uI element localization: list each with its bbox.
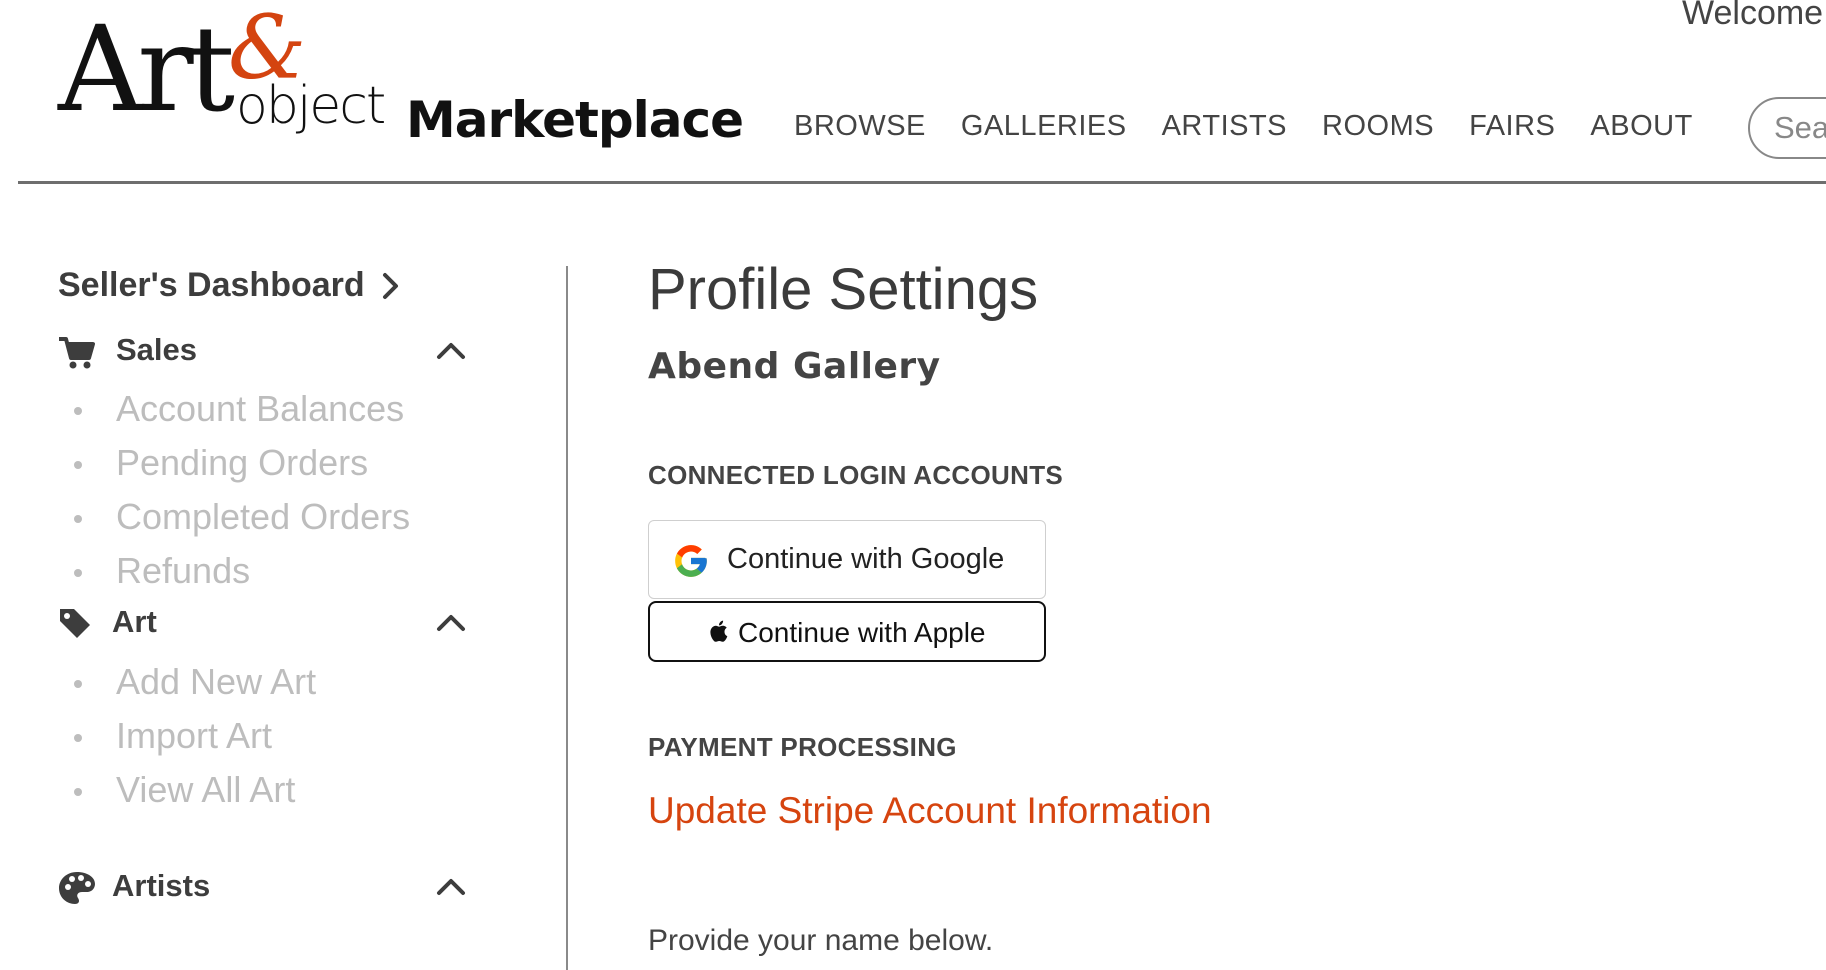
logo-object-text: object: [236, 76, 386, 136]
page-title: Profile Settings: [648, 257, 1039, 322]
provide-name-instruction: Provide your name below.: [648, 924, 994, 957]
palette-icon: [59, 872, 95, 904]
update-stripe-link[interactable]: Update Stripe Account Information: [648, 790, 1212, 832]
search-input[interactable]: [1750, 99, 1826, 146]
continue-with-apple-button[interactable]: Continue with Apple: [648, 601, 1046, 662]
google-icon: [675, 545, 707, 577]
sidebar-section-sales[interactable]: Sales: [58, 332, 478, 372]
site-logo[interactable]: Art & object Marketplace: [58, 0, 760, 160]
sidebar-item-add-new-art[interactable]: Add New Art: [58, 655, 316, 709]
chevron-up-icon[interactable]: [436, 612, 466, 632]
sidebar-item-view-all-art[interactable]: View All Art: [58, 763, 316, 817]
site-header: Art & object Marketplace BROWSE GALLERIE…: [0, 0, 1826, 186]
gallery-name: Abend Gallery: [648, 346, 941, 387]
logo-art-text: Art: [58, 0, 235, 138]
apple-button-label: Continue with Apple: [738, 617, 986, 648]
cart-icon: [59, 337, 95, 369]
sidebar-section-title: Sales: [116, 332, 198, 367]
art-sublist: Add New Art Import Art View All Art: [58, 655, 316, 817]
sidebar-section-title: Artists: [112, 868, 211, 903]
chevron-right-icon: [382, 272, 398, 299]
nav-artists[interactable]: ARTISTS: [1162, 110, 1287, 143]
sidebar-item-import-art[interactable]: Import Art: [58, 709, 316, 763]
chevron-up-icon[interactable]: [436, 876, 466, 896]
welcome-text: Welcome: [1682, 0, 1824, 32]
search-box[interactable]: [1748, 97, 1826, 159]
sidebar-section-art[interactable]: Art: [58, 604, 478, 644]
nav-rooms[interactable]: ROOMS: [1322, 110, 1434, 143]
sales-sublist: Account Balances Pending Orders Complete…: [58, 382, 410, 598]
sidebar-item-refunds[interactable]: Refunds: [58, 544, 410, 598]
sidebar-item-pending-orders[interactable]: Pending Orders: [58, 436, 410, 490]
payment-processing-heading: PAYMENT PROCESSING: [648, 732, 957, 762]
logo-marketplace-text: Marketplace: [406, 91, 744, 149]
sidebar-section-artists[interactable]: Artists: [58, 868, 478, 908]
sidebar-item-completed-orders[interactable]: Completed Orders: [58, 490, 410, 544]
dashboard-link-label: Seller's Dashboard: [58, 266, 365, 304]
header-divider: [18, 181, 1826, 184]
nav-about[interactable]: ABOUT: [1590, 110, 1692, 143]
nav-browse[interactable]: BROWSE: [794, 110, 926, 143]
sellers-dashboard-link[interactable]: Seller's Dashboard: [58, 266, 401, 305]
sidebar-item-account-balances[interactable]: Account Balances: [58, 382, 410, 436]
nav-galleries[interactable]: GALLERIES: [961, 110, 1127, 143]
chevron-up-icon[interactable]: [436, 340, 466, 360]
sidebar-section-title: Art: [112, 604, 157, 639]
tag-icon: [60, 609, 90, 638]
sidebar-divider: [566, 266, 568, 970]
nav-fairs[interactable]: FAIRS: [1469, 110, 1555, 143]
apple-icon: [710, 620, 728, 642]
main-nav: BROWSE GALLERIES ARTISTS ROOMS FAIRS ABO…: [794, 110, 1693, 143]
connected-accounts-heading: CONNECTED LOGIN ACCOUNTS: [648, 460, 1064, 490]
continue-with-google-button[interactable]: Continue with Google: [648, 520, 1046, 599]
google-button-label: Continue with Google: [727, 543, 1005, 575]
